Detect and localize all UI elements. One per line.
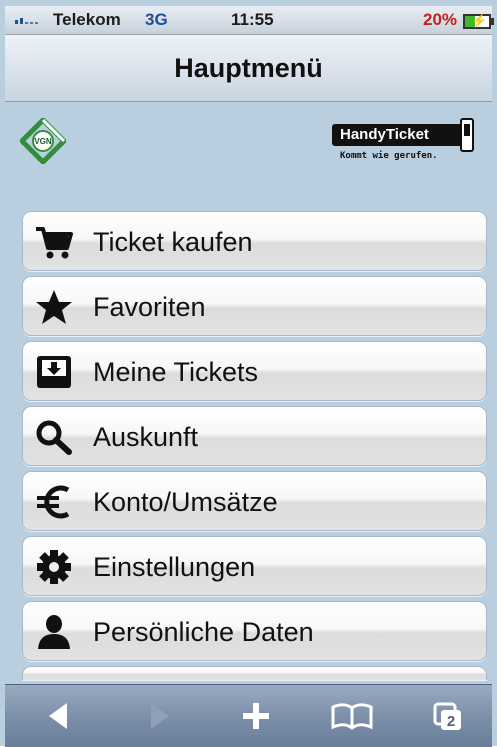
handyticket-logo-title: HandyTicket — [332, 124, 466, 146]
status-bar: Telekom 3G 11:55 20% ⚡ — [5, 6, 494, 35]
menu-item-meine-tickets[interactable]: Meine Tickets — [22, 341, 487, 401]
gear-icon — [35, 549, 73, 585]
status-time: 11:55 — [231, 10, 274, 29]
menu-item-label: Einstellungen — [93, 552, 256, 582]
menu-item-partial[interactable] — [22, 666, 487, 680]
menu-item-label: Ticket kaufen — [93, 227, 253, 257]
handyticket-slogan: Kommt wie gerufen. — [340, 151, 438, 161]
battery-icon: ⚡ — [463, 13, 494, 29]
menu-item-label: Auskunft — [93, 422, 199, 452]
euro-icon — [35, 484, 73, 520]
menu-item-konto-umsaetze[interactable]: Konto/Umsätze — [22, 471, 487, 531]
inbox-download-icon — [35, 354, 73, 390]
menu-item-einstellungen[interactable]: Einstellungen — [22, 536, 487, 596]
browser-toolbar: 2 — [5, 684, 492, 747]
page-title: Hauptmenü — [5, 35, 492, 102]
menu-item-persoenliche-daten[interactable]: Persönliche Daten — [22, 601, 487, 661]
star-icon — [35, 289, 73, 325]
app-screen: Telekom 3G 11:55 20% ⚡ Hauptmenü VGN Han… — [0, 0, 497, 747]
phone-icon — [460, 118, 474, 152]
signal-strength-icon — [15, 18, 38, 24]
menu-item-favoriten[interactable]: Favoriten — [22, 276, 487, 336]
add-icon[interactable] — [231, 697, 281, 735]
menu-item-ticket-kaufen[interactable]: Ticket kaufen — [22, 211, 487, 271]
network-type: 3G — [145, 10, 168, 29]
bookmarks-icon[interactable] — [327, 697, 377, 735]
battery-percent: 20% — [423, 10, 458, 29]
menu-item-label: Meine Tickets — [93, 357, 259, 387]
tabs-icon[interactable]: 2 — [425, 697, 475, 735]
vgn-logo: VGN — [18, 116, 68, 166]
tabs-count: 2 — [447, 713, 455, 730]
vgn-logo-text: VGN — [34, 137, 52, 146]
carrier-name: Telekom — [53, 10, 121, 29]
main-menu: Ticket kaufen Favoriten Meine Tickets Au… — [22, 211, 487, 680]
person-icon — [35, 614, 73, 650]
handyticket-logo: HandyTicket Kommt wie gerufen. — [328, 118, 478, 164]
forward-icon[interactable] — [133, 697, 183, 735]
back-icon[interactable] — [37, 697, 87, 735]
menu-item-label: Persönliche Daten — [93, 617, 314, 647]
search-icon — [35, 419, 73, 455]
menu-item-label: Favoriten — [93, 292, 206, 322]
menu-item-label: Konto/Umsätze — [93, 487, 278, 517]
menu-item-auskunft[interactable]: Auskunft — [22, 406, 487, 466]
cart-icon — [35, 224, 73, 260]
